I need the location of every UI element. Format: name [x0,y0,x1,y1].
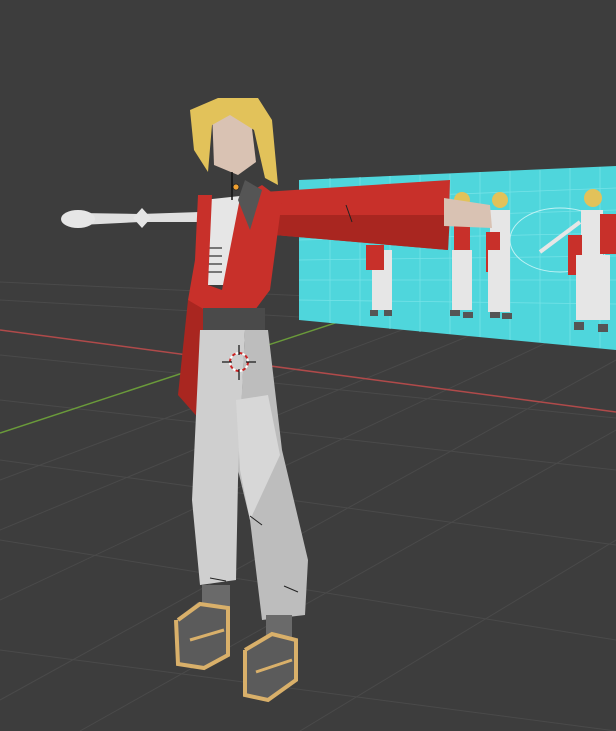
x-axis-line [0,329,616,413]
3d-viewport[interactable] [0,0,616,731]
viewport-canvas[interactable] [0,0,616,731]
character-model[interactable] [174,98,492,703]
character-pants-left [192,330,245,585]
character-belt [203,308,265,330]
object-origin-icon[interactable] [232,183,240,191]
armature-bone-icon[interactable] [61,208,200,228]
